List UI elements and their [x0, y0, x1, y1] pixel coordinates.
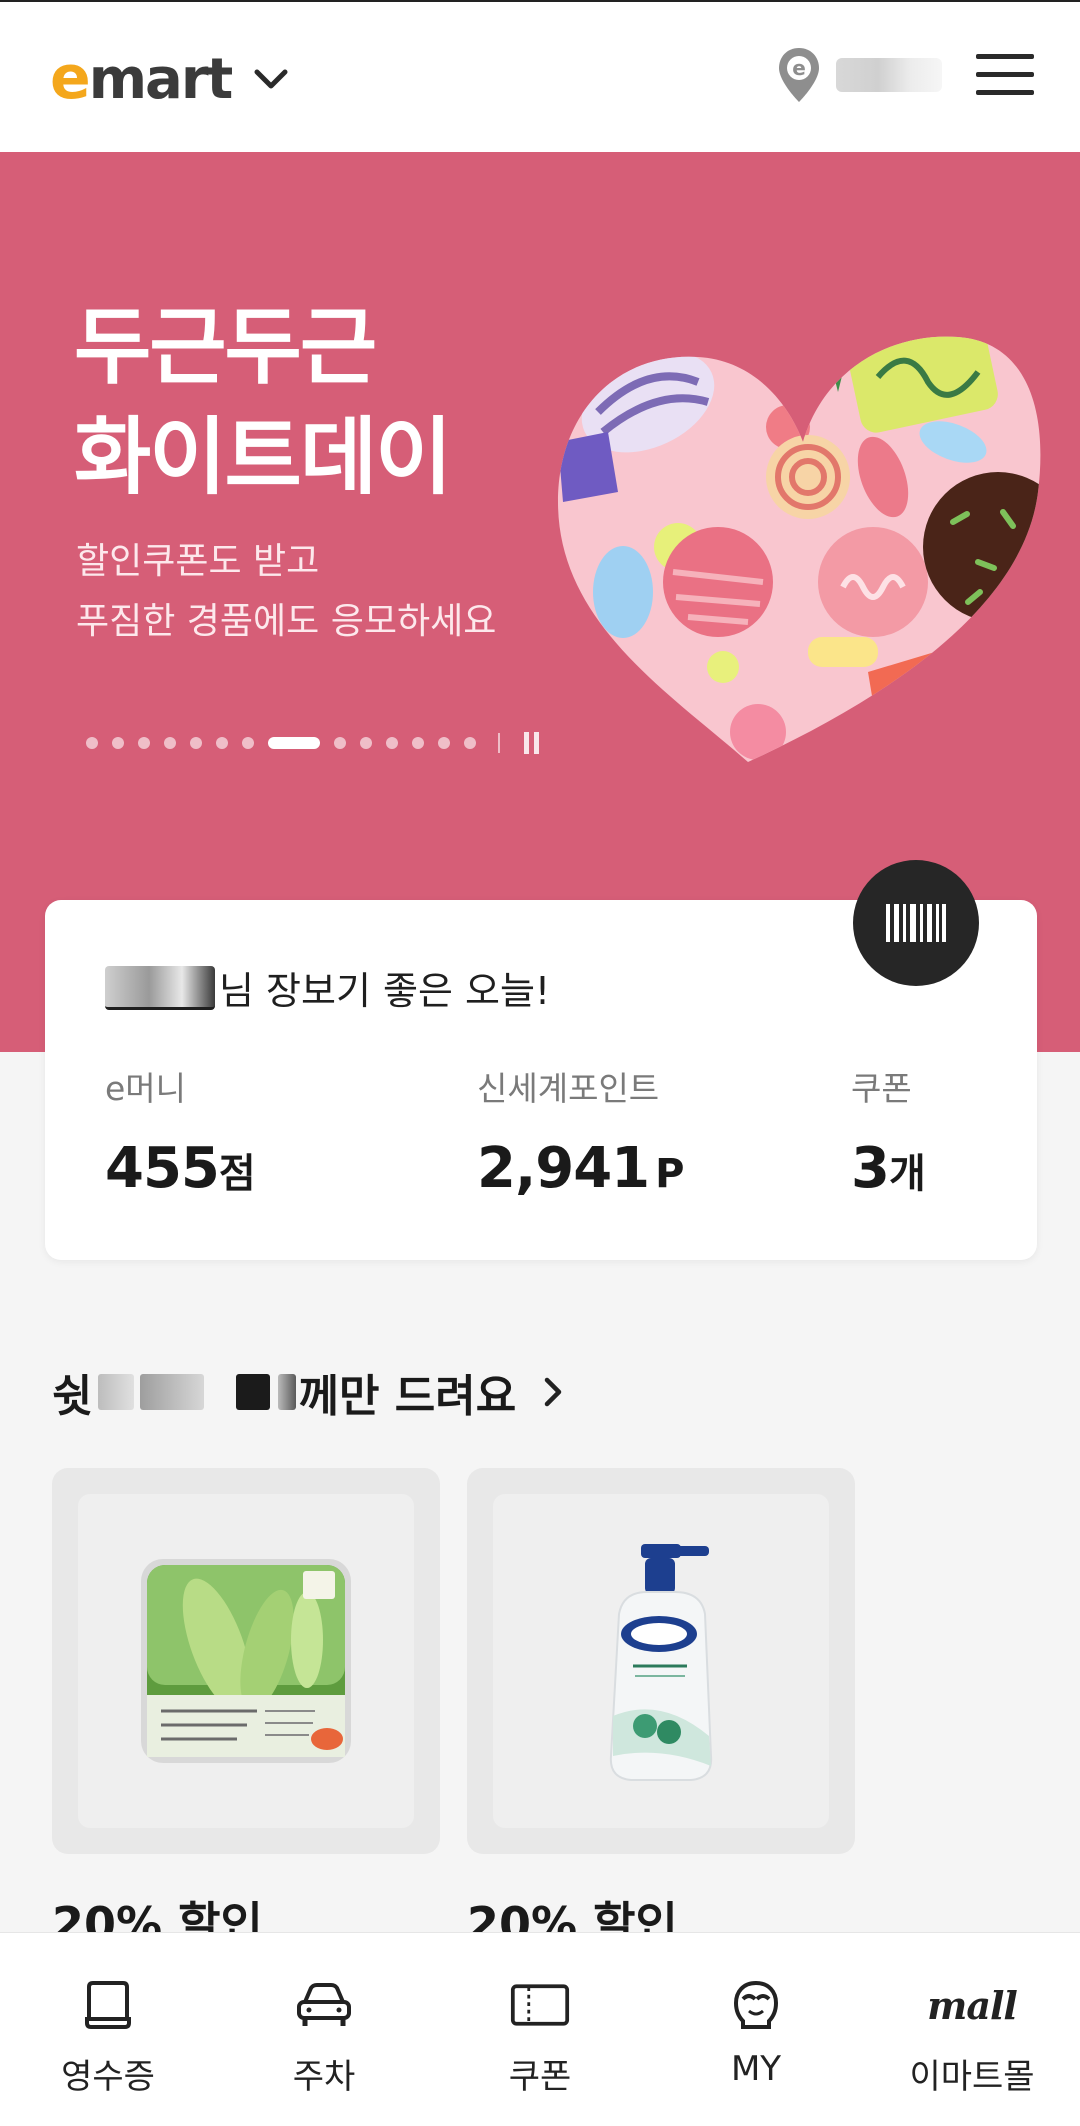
nav-label-coupon: 쿠폰 — [508, 2057, 572, 2097]
barcode-button[interactable] — [853, 860, 979, 986]
emoney-value-group: 455점 — [105, 1136, 256, 1201]
coupon-value-group: 3개 — [851, 1136, 926, 1201]
coupon-value: 3 — [851, 1136, 890, 1201]
slide-indicator — [86, 732, 539, 754]
hamburger-menu-icon[interactable] — [976, 54, 1034, 102]
heart-candy-illustration — [558, 336, 1041, 762]
product-card-tofu[interactable] — [52, 1468, 440, 1854]
slide-dot[interactable] — [138, 737, 150, 749]
banner-title-line2: 화이트데이 — [74, 408, 452, 506]
emart-logo: e mart — [50, 43, 234, 113]
nav-item-coupon[interactable]: 쿠폰 — [432, 1933, 648, 2126]
nav-label-receipt: 영수증 — [61, 2057, 155, 2097]
slide-dot-active[interactable] — [268, 737, 320, 749]
coupon-icon — [510, 1975, 570, 2035]
head-and-shoulders-shampoo-image — [609, 1544, 713, 1781]
heading-prefix: 쉿 — [52, 1371, 93, 1422]
svg-text:e: e — [792, 56, 806, 80]
organic-tofu-package-image — [141, 1559, 351, 1763]
shinsegae-points-stat[interactable]: 신세계포인트 2,941 P — [477, 1062, 684, 1201]
nav-label-parking: 주차 — [292, 2057, 356, 2097]
banner-subtitle-line2: 푸짐한 경품에도 응모하세요 — [76, 601, 497, 642]
emoney-label: e머니 — [105, 1069, 187, 1108]
emoney-unit: 점 — [218, 1151, 256, 1197]
car-icon — [294, 1975, 354, 2035]
slide-dot[interactable] — [216, 737, 228, 749]
app-header: e mart e — [0, 0, 1080, 152]
slide-dot[interactable] — [360, 737, 372, 749]
redacted-text — [236, 1374, 271, 1410]
slide-dot[interactable] — [112, 737, 124, 749]
slide-dot[interactable] — [86, 737, 98, 749]
coupon-stat[interactable]: 쿠폰 3개 — [851, 1062, 926, 1201]
redacted-text — [98, 1374, 135, 1410]
bottom-navigation: 영수증 주차 쿠폰 MY mall 이마트몰 — [0, 1932, 1080, 2126]
logo-mart: mart — [88, 47, 234, 112]
nav-label-emart-mall: 이마트몰 — [909, 2057, 1035, 2097]
heading-suffix: 께만 드려요 — [298, 1371, 517, 1422]
points-value: 2,941 — [477, 1136, 650, 1201]
receipt-icon — [78, 1975, 138, 2035]
slide-dot[interactable] — [242, 737, 254, 749]
emoney-value: 455 — [105, 1136, 220, 1201]
emart-logo-selector[interactable]: e mart — [50, 48, 293, 110]
points-value-group: 2,941 P — [477, 1136, 684, 1201]
banner-subtitle-line1: 할인쿠폰도 받고 — [76, 541, 320, 582]
greeting-text: 님 장보기 좋은 오늘! — [105, 960, 550, 1015]
redacted-text — [278, 1374, 297, 1410]
slide-dot[interactable] — [164, 737, 176, 749]
store-name-redacted — [836, 58, 942, 92]
member-name-redacted — [105, 965, 215, 1010]
coupon-unit: 개 — [888, 1151, 926, 1197]
banner-subtitle: 할인쿠폰도 받고 푸짐한 경품에도 응모하세요 — [76, 532, 496, 652]
member-points-card: 님 장보기 좋은 오늘! e머니 455점 신세계포인트 2,941 P 쿠폰 3… — [45, 860, 1037, 1260]
greeting-suffix: 님 장보기 좋은 오늘! — [219, 969, 551, 1013]
product-image-frame — [493, 1494, 829, 1828]
slide-dot[interactable] — [386, 737, 398, 749]
emoney-stat[interactable]: e머니 455점 — [105, 1062, 256, 1201]
mall-logo-text: mall — [927, 1982, 1018, 2028]
nav-item-my[interactable]: MY — [648, 1933, 864, 2126]
logo-e: e — [50, 43, 91, 113]
slide-dot[interactable] — [464, 737, 476, 749]
barcode-icon — [886, 904, 946, 942]
slide-dot[interactable] — [438, 737, 450, 749]
slide-dot[interactable] — [190, 737, 202, 749]
coupon-label: 쿠폰 — [851, 1069, 912, 1108]
nav-item-receipt[interactable]: 영수증 — [0, 1933, 216, 2126]
nav-item-emart-mall[interactable]: mall 이마트몰 — [864, 1933, 1080, 2126]
chevron-down-icon — [254, 69, 288, 89]
my-face-icon — [726, 1975, 786, 2035]
banner-title: 두근두근 화이트데이 — [74, 292, 452, 512]
emart-location-pin-icon: e — [779, 48, 819, 102]
indicator-divider — [498, 733, 500, 753]
chevron-right-icon — [544, 1377, 562, 1407]
slide-dot[interactable] — [334, 737, 346, 749]
store-selector[interactable]: e — [776, 46, 942, 104]
nav-label-my: MY — [730, 2049, 782, 2089]
redacted-text — [140, 1374, 205, 1410]
mall-logo-icon: mall — [927, 1975, 1018, 2035]
pause-icon[interactable] — [524, 732, 539, 754]
product-image-frame — [78, 1494, 414, 1828]
nav-item-parking[interactable]: 주차 — [216, 1933, 432, 2126]
banner-title-line1: 두근두근 — [74, 298, 377, 396]
points-unit: P — [655, 1151, 685, 1197]
personal-offers-heading[interactable]: 쉿 께만 드려요 — [52, 1360, 568, 1424]
slide-dot[interactable] — [412, 737, 424, 749]
product-card-shampoo[interactable] — [467, 1468, 855, 1854]
points-label: 신세계포인트 — [477, 1069, 660, 1108]
